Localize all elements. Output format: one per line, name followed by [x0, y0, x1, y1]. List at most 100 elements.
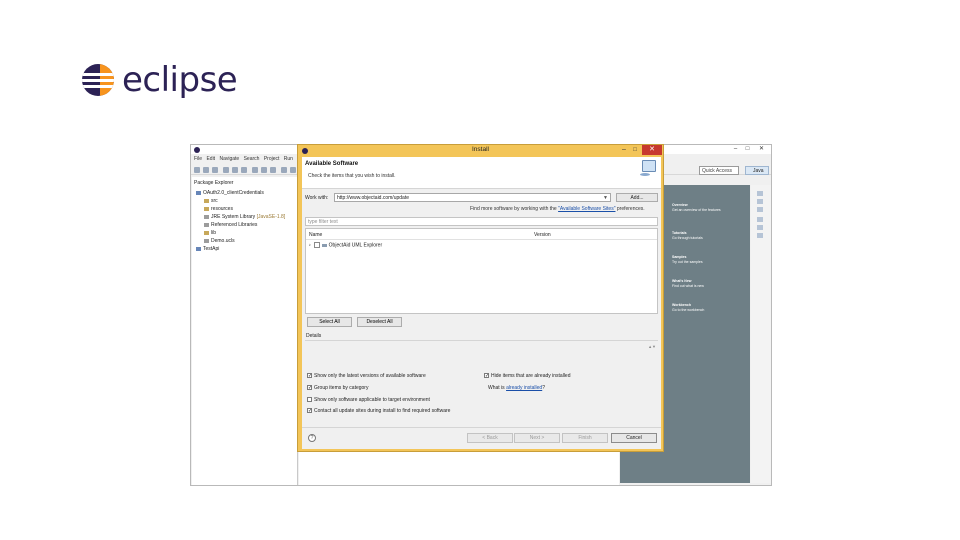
minimize-icon[interactable]: – — [619, 146, 629, 155]
tree-item-project[interactable]: OAuth2.0_clientCredentials — [196, 190, 264, 196]
dialog-subheading: Check the items that you wish to install… — [308, 173, 396, 179]
close-button[interactable]: ✕ — [642, 145, 662, 155]
menu-run[interactable]: Run — [284, 156, 293, 162]
welcome-tutorials[interactable]: Tutorials Go through tutorials — [672, 231, 703, 240]
table-row[interactable]: › ObjectAid UML Explorer — [309, 242, 382, 248]
chevron-right-icon[interactable]: › — [309, 242, 311, 248]
tree-item-resources[interactable]: resources — [204, 206, 233, 212]
menu-navigate[interactable]: Navigate — [219, 156, 239, 162]
welcome-samples[interactable]: Samples Try out the samples — [672, 255, 703, 264]
debug-icon[interactable] — [223, 167, 229, 173]
java-perspective-button[interactable]: Java — [745, 166, 769, 175]
menu-search[interactable]: Search — [244, 156, 260, 162]
next-button[interactable]: Next > — [514, 433, 560, 443]
add-button[interactable]: Add... — [616, 193, 658, 202]
quick-access-input[interactable]: Quick Access — [699, 166, 739, 175]
library-icon — [204, 222, 209, 227]
tree-item-testapi[interactable]: TestApi — [196, 246, 219, 252]
new-package-icon[interactable] — [261, 167, 267, 173]
view-icon[interactable] — [757, 233, 763, 238]
available-software-sites-link[interactable]: "Available Software Sites" — [558, 206, 615, 212]
view-icon[interactable] — [757, 217, 763, 222]
welcome-overview[interactable]: Overview Get an overview of the features — [672, 203, 721, 212]
option-target-environment[interactable]: Show only software applicable to target … — [307, 397, 430, 403]
row-checkbox[interactable] — [313, 242, 320, 248]
checkbox-checked[interactable]: ✓ — [307, 408, 312, 414]
tree-item-demo[interactable]: Demo.ucls — [204, 238, 235, 244]
table-divider — [306, 239, 657, 240]
package-explorer: Package Explorer OAuth2.0_clientCredenti… — [192, 177, 298, 485]
view-icon[interactable] — [757, 191, 763, 196]
eclipse-logo: eclipse — [82, 60, 242, 100]
tree-item-lib[interactable]: lib — [204, 230, 216, 236]
footer-divider — [302, 427, 661, 428]
maximize-icon[interactable]: □ — [630, 146, 640, 155]
dialog-header: Available Software Check the items that … — [302, 157, 661, 189]
install-disc-icon — [640, 173, 650, 176]
search-icon[interactable] — [290, 167, 296, 173]
already-installed-link[interactable]: already installed — [506, 385, 542, 391]
option-latest-versions[interactable]: ✓ Show only the latest versions of availa… — [307, 373, 426, 379]
project-icon — [196, 190, 201, 195]
menu-project[interactable]: Project — [264, 156, 280, 162]
tree-item-jre[interactable]: JRE System Library [JavaSE-1.8] — [204, 214, 285, 220]
folder-icon — [204, 230, 209, 235]
install-monitor-icon — [642, 160, 656, 172]
checkbox-checked[interactable]: ✓ — [307, 373, 312, 379]
welcome-workbench[interactable]: Workbench Go to the workbench — [672, 303, 704, 312]
menu-file[interactable]: File — [194, 156, 202, 162]
scroll-arrows-icon[interactable]: ▲▼ — [648, 344, 656, 349]
close-icon[interactable]: ✕ — [757, 145, 766, 154]
external-tools-icon[interactable] — [241, 167, 247, 173]
checkbox-checked[interactable]: ✓ — [484, 373, 489, 379]
view-icon[interactable] — [757, 199, 763, 204]
view-icon[interactable] — [757, 225, 763, 230]
filter-input[interactable]: type filter text — [305, 217, 658, 226]
new-icon[interactable] — [194, 167, 200, 173]
tree-item-referenced-libraries[interactable]: Referenced Libraries — [204, 222, 257, 228]
column-header-version[interactable]: Version — [534, 232, 551, 238]
more-sites-text: Find more software by working with the "… — [470, 206, 645, 212]
cancel-button[interactable]: Cancel — [611, 433, 657, 443]
print-icon[interactable] — [212, 167, 218, 173]
details-label: Details — [306, 333, 322, 339]
work-with-label: Work with: — [305, 195, 329, 201]
tree-item-src[interactable]: src — [204, 198, 218, 204]
new-java-project-icon[interactable] — [252, 167, 258, 173]
help-icon[interactable]: ? — [308, 434, 316, 442]
run-icon[interactable] — [232, 167, 238, 173]
menu-edit[interactable]: Edit — [206, 156, 215, 162]
checkbox-checked[interactable]: ✓ — [307, 385, 312, 391]
file-icon — [204, 238, 209, 243]
deselect-all-button[interactable]: Deselect All — [357, 317, 402, 327]
package-explorer-tab[interactable]: Package Explorer — [194, 180, 233, 186]
save-icon[interactable] — [203, 167, 209, 173]
option-group-by-category[interactable]: ✓ Group items by category — [307, 385, 368, 391]
back-button[interactable]: < Back — [467, 433, 513, 443]
minimize-icon[interactable]: – — [731, 145, 740, 154]
checkbox-unchecked[interactable] — [307, 397, 312, 403]
select-all-button[interactable]: Select All — [307, 317, 352, 327]
eclipse-logo-text: eclipse — [122, 60, 238, 100]
welcome-whats-new[interactable]: What's New Find out what is new — [672, 279, 704, 288]
finish-button[interactable]: Finish — [562, 433, 608, 443]
install-dialog: Install – □ ✕ Available Software Check t… — [297, 144, 664, 452]
library-icon — [204, 214, 209, 219]
chevron-down-icon[interactable]: ▼ — [603, 194, 608, 202]
work-with-combo[interactable]: http://www.objectaid.com/update ▼ — [334, 193, 611, 202]
option-hide-installed[interactable]: ✓ Hide items that are already installed — [484, 373, 571, 379]
work-with-value: http://www.objectaid.com/update — [337, 195, 409, 201]
details-box: ▲▼ — [305, 340, 658, 356]
new-class-icon[interactable] — [270, 167, 276, 173]
dialog-heading: Available Software — [305, 161, 359, 167]
package-folder-icon — [204, 198, 209, 203]
maximize-icon[interactable]: □ — [743, 145, 752, 154]
dialog-title: Install — [472, 146, 489, 153]
what-is-installed-text: What is already installed? — [488, 385, 545, 391]
option-contact-update-sites[interactable]: ✓ Contact all update sites during install… — [307, 408, 450, 414]
open-type-icon[interactable] — [281, 167, 287, 173]
view-icon[interactable] — [757, 207, 763, 212]
dialog-titlebar[interactable]: Install – □ ✕ — [298, 145, 663, 156]
package-folder-icon — [204, 206, 209, 211]
column-header-name[interactable]: Name — [309, 232, 322, 238]
